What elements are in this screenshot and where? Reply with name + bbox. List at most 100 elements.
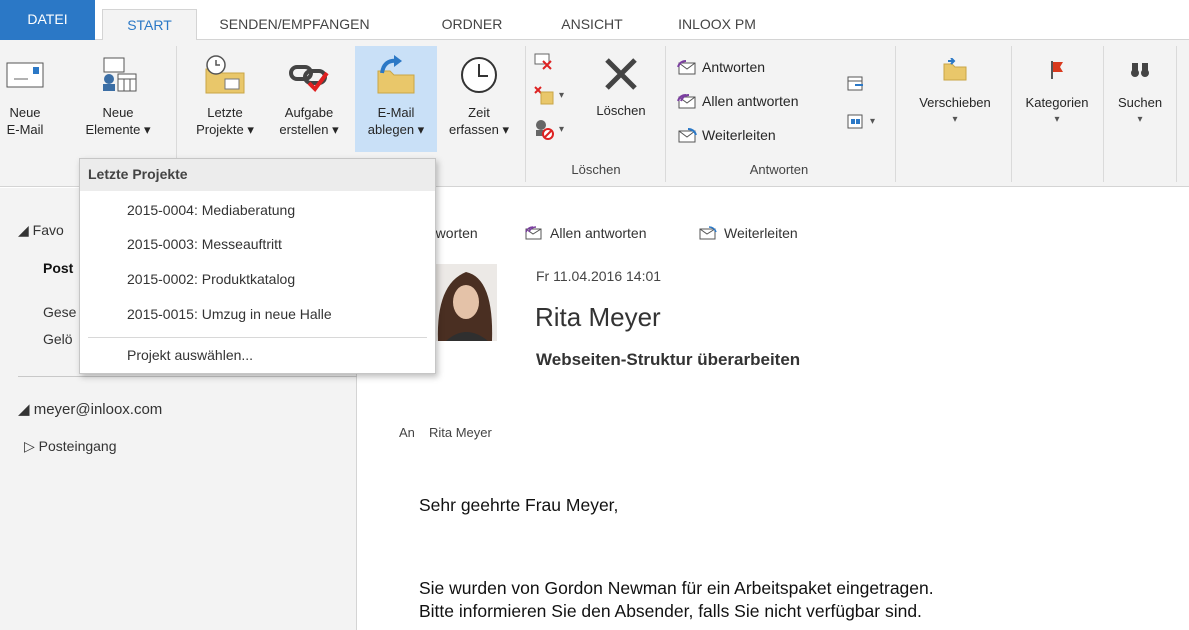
track-time-button[interactable]: Zeit erfassen ▾ (437, 46, 521, 152)
reading-pane (358, 188, 1189, 630)
forward-button[interactable]: Weiterleiten (676, 126, 776, 144)
account-inbox[interactable]: ▷ Posteingang (24, 438, 117, 455)
ignore-icon (534, 53, 552, 70)
new-items-button[interactable]: Neue Elemente ▾ (81, 46, 155, 152)
recent-projects-button[interactable]: Letzte Projekte ▾ (187, 46, 263, 152)
junk-button[interactable]: ▾ (533, 118, 564, 140)
categorize-button[interactable]: Kategorien ▾ (1012, 46, 1102, 152)
delete-group-label: Löschen (571, 162, 621, 177)
reading-reply-all-button[interactable]: Allen antworten (524, 225, 647, 241)
file-email-button[interactable]: E-Mail ablegen ▾ (355, 46, 437, 152)
flag-icon (1012, 46, 1102, 94)
more-respond-button[interactable]: ▾ (846, 112, 875, 130)
reply-all-button[interactable]: Allen antworten (676, 92, 799, 110)
sender-name[interactable]: Rita Meyer (535, 302, 661, 333)
to-label: An (399, 425, 415, 440)
respond-group-label: Antworten (749, 162, 809, 177)
person-photo-icon (436, 264, 497, 341)
delete-button[interactable]: Löschen (583, 46, 659, 152)
cleanup-button[interactable]: ▾ (533, 84, 564, 106)
folder-deleted[interactable]: Gelö (43, 331, 73, 347)
search-label: Suchen (1117, 95, 1163, 110)
tab-folder[interactable]: ORDNER (433, 9, 511, 40)
reading-forward-button[interactable]: Weiterleiten (698, 225, 798, 241)
tab-inloox-pm[interactable]: INLOOX PM (668, 9, 766, 40)
message-subject: Webseiten-Struktur überarbeiten (536, 350, 801, 369)
folder-clock-icon (187, 46, 263, 104)
folder-inbox[interactable]: Post (43, 260, 73, 276)
favorites-header[interactable]: ◢ Favo (18, 222, 64, 239)
body-greeting: Sehr geehrte Frau Meyer, (419, 495, 619, 515)
project-item[interactable]: 2015-0003: Messeauftritt (127, 236, 282, 252)
folder-sent[interactable]: Gese (43, 304, 76, 320)
reply-button[interactable]: Antworten (676, 58, 765, 76)
folder-arrow-icon (355, 46, 437, 104)
track-time-label-2: erfassen ▾ (449, 122, 509, 137)
reply-icon (677, 60, 696, 75)
new-email-button[interactable]: Neue E-Mail (0, 46, 50, 152)
binoculars-icon (1104, 46, 1176, 94)
tab-send-receive[interactable]: SENDEN/EMPFANGEN (212, 9, 377, 40)
move-label: Verschieben (919, 95, 991, 110)
junk-icon (536, 120, 554, 140)
account-header[interactable]: ◢ meyer@inloox.com (18, 400, 162, 418)
forward-icon (699, 226, 717, 240)
forward-icon (678, 128, 697, 143)
create-task-label-1: Aufgabe (284, 105, 334, 120)
reply-all-icon (525, 226, 542, 240)
move-caret: ▾ (952, 114, 958, 125)
reading-reply-all-label: Allen antworten (550, 225, 647, 241)
envelope-icon (0, 46, 50, 104)
cleanup-caret: ▾ (559, 89, 565, 101)
categorize-caret: ▾ (1054, 114, 1060, 125)
to-recipient[interactable]: Rita Meyer (429, 425, 492, 440)
clock-icon (437, 46, 521, 104)
tab-view[interactable]: ANSICHT (551, 9, 633, 40)
reply-all-label: Allen antworten (702, 93, 799, 109)
meeting-icon (847, 76, 863, 91)
select-project-item[interactable]: Projekt auswählen... (127, 347, 253, 363)
ribbon-separator (1176, 46, 1177, 182)
move-button[interactable]: Verschieben ▾ (900, 46, 1010, 152)
dropdown-separator (88, 337, 427, 338)
ribbon-tab-bar: DATEI START SENDEN/EMPFANGEN ORDNER ANSI… (0, 0, 1189, 41)
folder-divider (18, 376, 357, 377)
project-item[interactable]: 2015-0015: Umzug in neue Halle (127, 306, 332, 322)
file-email-label-1: E-Mail (377, 105, 415, 120)
tab-start[interactable]: START (102, 9, 197, 41)
track-time-label-1: Zeit (468, 105, 490, 120)
new-email-label-1: Neue (9, 105, 41, 120)
dropdown-header: Letzte Projekte (80, 159, 435, 191)
cleanup-icon (534, 86, 554, 105)
delete-label: Löschen (596, 103, 646, 118)
reply-label: Antworten (702, 59, 766, 75)
new-items-label-1: Neue (102, 105, 134, 120)
create-task-label-2: erstellen ▾ (279, 122, 339, 137)
search-caret: ▾ (1137, 114, 1143, 125)
new-items-icon (81, 46, 155, 104)
project-item[interactable]: 2015-0002: Produktkatalog (127, 271, 295, 287)
more-respond-caret: ▾ (870, 115, 876, 127)
link-check-icon (264, 46, 354, 104)
categorize-label: Kategorien (1025, 95, 1089, 110)
sender-avatar (436, 264, 497, 341)
ignore-button[interactable] (533, 52, 555, 72)
more-respond-icon (847, 114, 863, 129)
forward-label: Weiterleiten (702, 127, 776, 143)
delete-x-icon (583, 46, 659, 102)
search-button[interactable]: Suchen ▾ (1104, 46, 1176, 152)
project-item[interactable]: 2015-0004: Mediaberatung (127, 202, 295, 218)
ribbon-separator (895, 46, 896, 182)
create-task-button[interactable]: Aufgabe erstellen ▾ (264, 46, 354, 152)
meeting-button[interactable] (846, 74, 866, 92)
junk-caret: ▾ (559, 123, 565, 135)
reading-forward-label: Weiterleiten (724, 225, 798, 241)
message-date: Fr 11.04.2016 14:01 (536, 268, 662, 284)
recent-projects-dropdown: Letzte Projekte 2015-0004: Mediaberatung… (79, 158, 436, 374)
recent-projects-label-2: Projekte ▾ (196, 122, 254, 137)
recent-projects-label-1: Letzte (207, 105, 243, 120)
tab-file[interactable]: DATEI (0, 0, 95, 40)
ribbon-separator (525, 46, 526, 182)
reply-all-icon (677, 94, 696, 109)
move-folder-icon (900, 46, 1010, 94)
